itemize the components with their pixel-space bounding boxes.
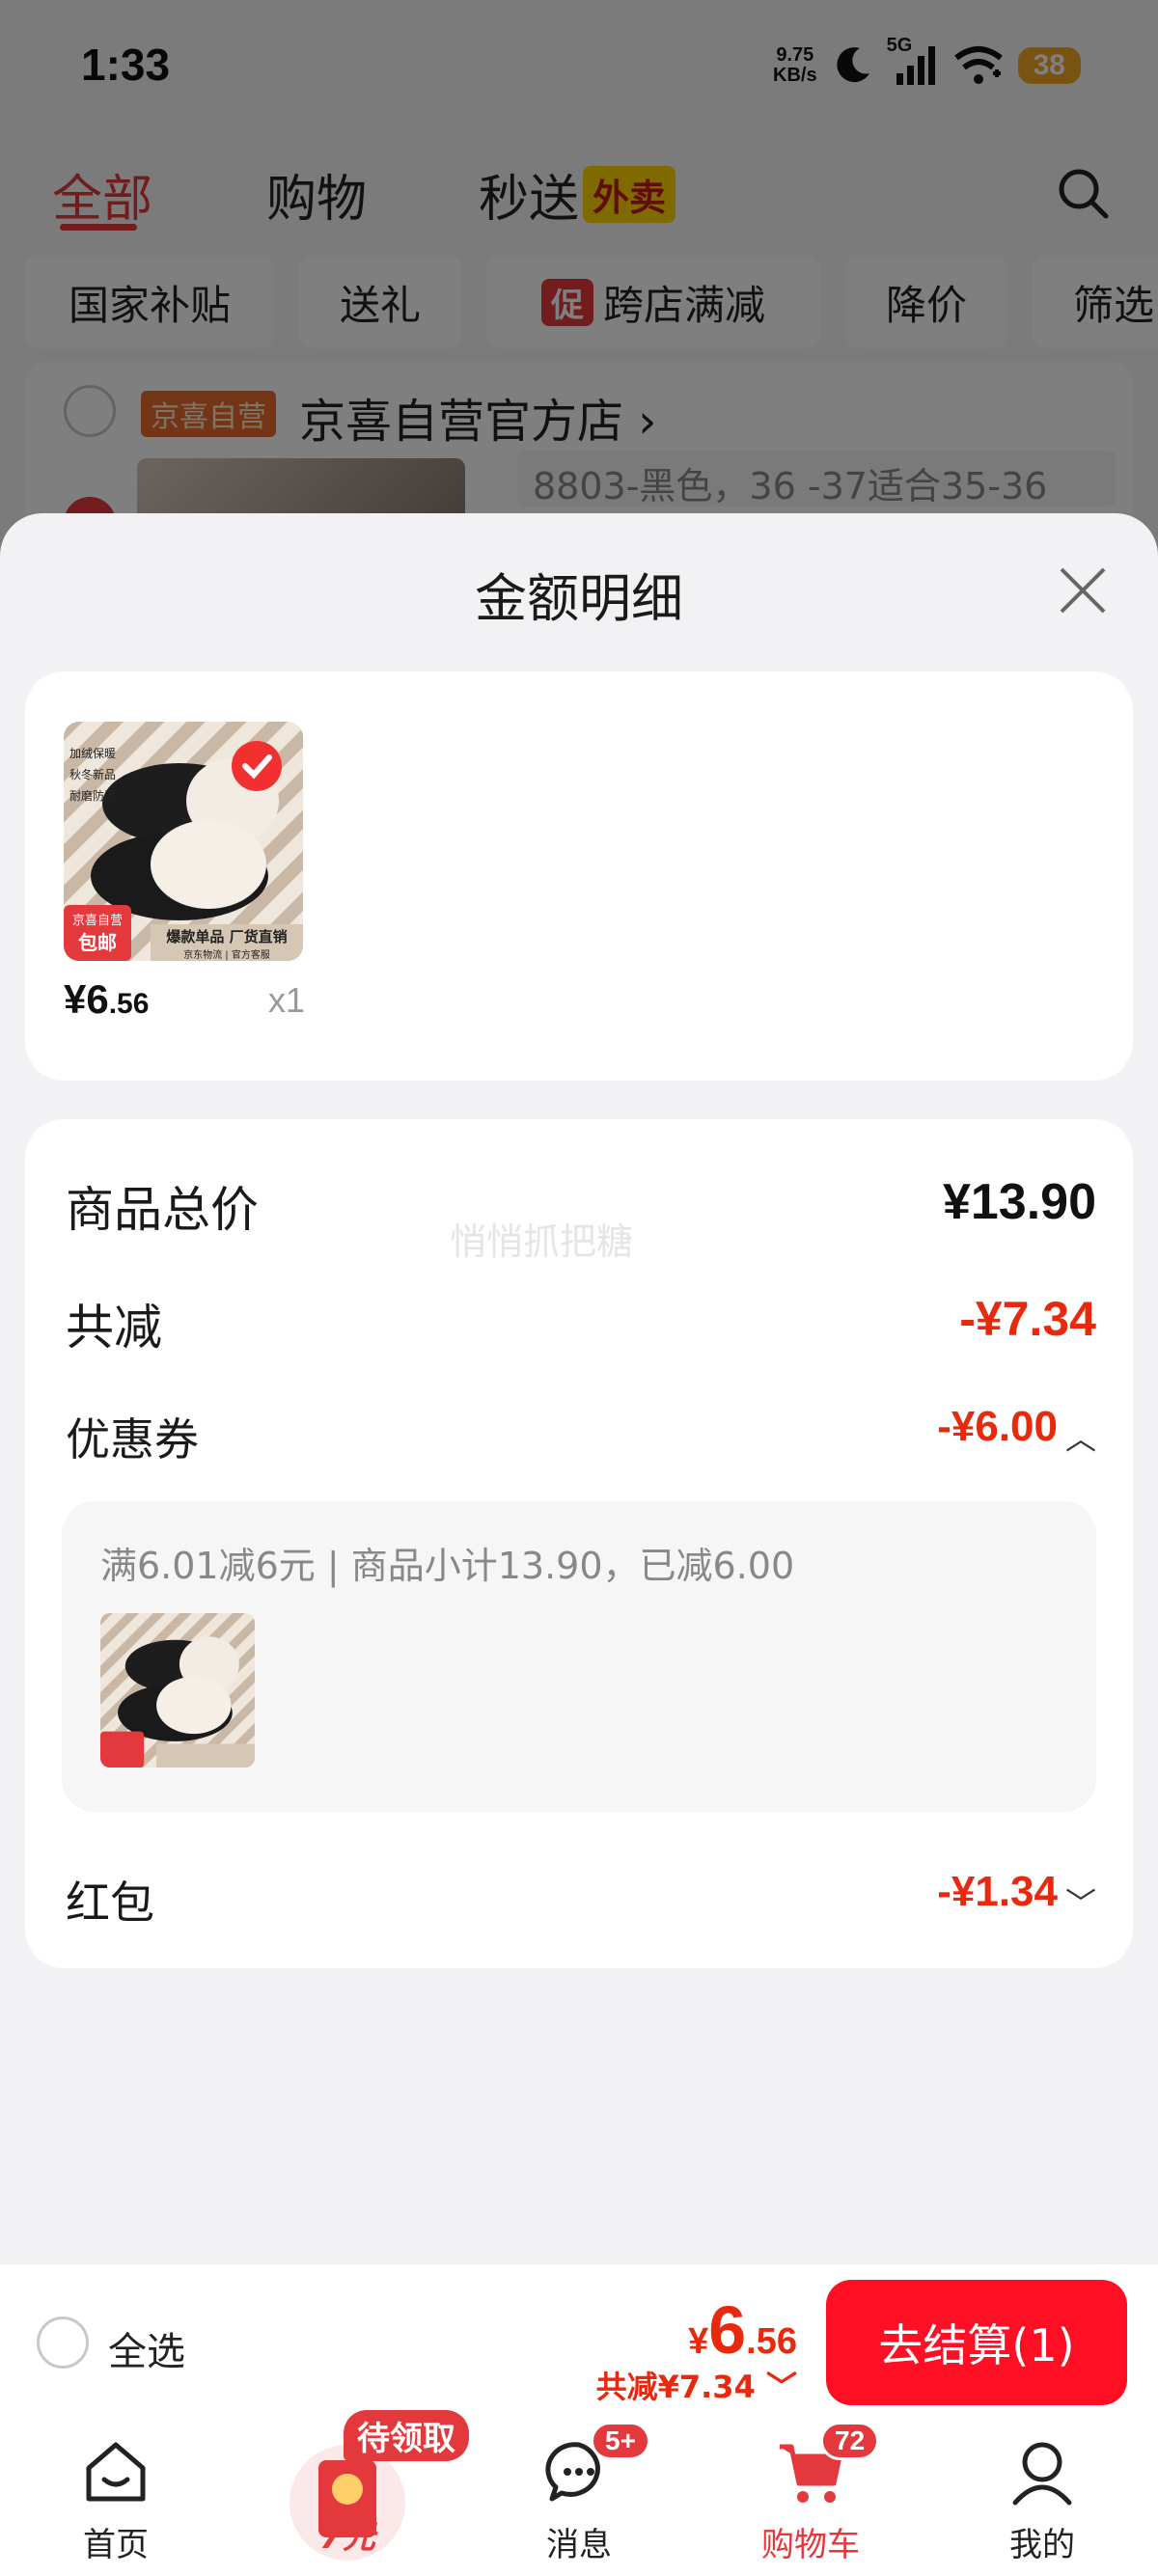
discount-value: -¥7.34: [959, 1292, 1096, 1346]
product-image-badge: 京喜自营 包邮: [66, 911, 129, 953]
product-image-tag: 秋冬新品: [69, 768, 117, 781]
product-price: ¥6.56: [64, 976, 149, 1023]
total-price-value: ¥13.90: [942, 1174, 1096, 1230]
checkout-price-dec: .56: [746, 2321, 797, 2362]
redpacket-label: 红包: [66, 1877, 154, 1929]
checkout-bar: 全选 ¥6.56 共减¥7.34 ﹀ 去结算(1): [0, 2263, 1158, 2420]
product-image: 加绒保暖 秋冬新品 耐磨防滑 京喜自营 包邮 爆款单品 厂货直销 京东物流 | …: [64, 722, 303, 961]
product-image-banner-sub: 京东物流 | 官方客服: [183, 950, 270, 961]
messages-badge: 5+: [591, 2422, 650, 2460]
nav-mine-label: 我的: [1009, 2526, 1075, 2564]
product-price-dec: .56: [108, 988, 150, 1020]
chevron-up-icon: ︿: [1064, 1420, 1096, 1456]
product-quantity: x1: [268, 980, 306, 1020]
nav-messages-label: 消息: [546, 2526, 612, 2564]
select-all-radio[interactable]: [37, 2316, 89, 2369]
chevron-down-icon: ﹀: [765, 2369, 797, 2405]
redpacket-row-toggle[interactable]: -¥1.34 ﹀: [937, 1868, 1096, 1924]
redpack-label: 待领取: [344, 2410, 469, 2461]
checkout-saving[interactable]: 共减¥7.34 ﹀: [596, 2363, 797, 2407]
product-image-banner: 爆款单品 厂货直销 京东物流 | 官方客服: [154, 926, 299, 961]
redpacket-value: -¥1.34: [937, 1868, 1058, 1915]
nav-home[interactable]: 首页: [0, 2420, 232, 2576]
coupon-detail-text: 满6.01减6元 | 商品小计13.90，已减6.00: [100, 1545, 795, 1587]
redpack-amount: 7元: [319, 2518, 375, 2557]
bottom-nav: 首页 7元 待领取 5+ 消息 72 购物车 我的: [0, 2410, 1158, 2576]
nav-cart[interactable]: 72 购物车: [695, 2420, 926, 2576]
redpack-coin: [332, 2474, 363, 2505]
coupon-row-toggle[interactable]: -¥6.00 ︿: [937, 1403, 1096, 1459]
product-image-tags: 加绒保暖 秋冬新品 耐磨防滑: [69, 743, 116, 807]
coupon-label: 优惠券: [66, 1413, 199, 1466]
total-price-label: 商品总价: [66, 1182, 259, 1238]
checkout-price-int: 6: [708, 2292, 747, 2368]
price-detail-card: 悄悄抓把糖 商品总价 ¥13.90 共减 -¥7.34 优惠券 -¥6.00 ︿ …: [25, 1119, 1133, 1968]
redpack-icon: 7元: [290, 2445, 405, 2561]
nav-mine[interactable]: 我的: [926, 2420, 1158, 2576]
product-image-tag: 加绒保暖: [69, 747, 117, 760]
select-all-label[interactable]: 全选: [108, 2320, 185, 2376]
nav-redpack[interactable]: 7元 待领取: [232, 2410, 469, 2576]
close-icon[interactable]: [1054, 562, 1112, 619]
watermark: 悄悄抓把糖: [450, 1220, 634, 1263]
discount-label: 共减: [66, 1300, 162, 1356]
products-card: 加绒保暖 秋冬新品 耐磨防滑 京喜自营 包邮 爆款单品 厂货直销 京东物流 | …: [25, 671, 1133, 1081]
coupon-detail-box: 满6.01减6元 | 商品小计13.90，已减6.00: [62, 1501, 1096, 1812]
nav-messages[interactable]: 5+ 消息: [463, 2420, 695, 2576]
coupon-product-image: [100, 1613, 255, 1768]
checkout-button[interactable]: 去结算(1): [826, 2280, 1127, 2405]
home-icon: [86, 2442, 146, 2502]
cart-badge: 72: [820, 2422, 880, 2460]
product-price-int: ¥6: [64, 976, 109, 1022]
nav-cart-label: 购物车: [761, 2526, 860, 2564]
chevron-down-icon: ﹀: [1064, 1885, 1096, 1921]
product-image-banner-title: 爆款单品 厂货直销: [166, 928, 288, 945]
product-image-tag: 耐磨防滑: [69, 789, 117, 803]
user-icon: [1012, 2442, 1072, 2506]
checkout-total: ¥6.56: [688, 2291, 797, 2369]
product-image-badge-top: 京喜自营: [71, 914, 123, 928]
sheet-title: 金额明细: [475, 568, 683, 629]
product-image-badge-bottom: 包邮: [78, 931, 117, 954]
checkout-price-symbol: ¥: [688, 2321, 709, 2362]
nav-home-label: 首页: [83, 2526, 149, 2564]
checkout-saving-text: 共减¥7.34: [595, 2369, 756, 2405]
coupon-product-image-art: [100, 1613, 255, 1768]
coupon-value: -¥6.00: [937, 1403, 1058, 1450]
